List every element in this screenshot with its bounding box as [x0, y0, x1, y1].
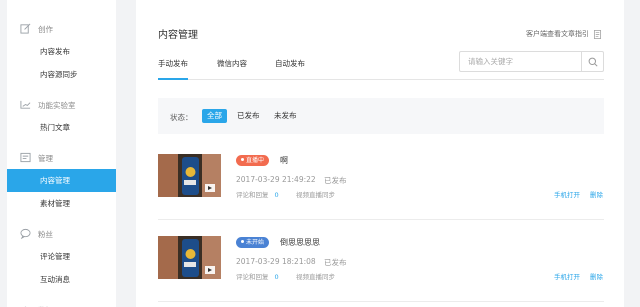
page-title: 内容管理: [158, 30, 198, 41]
upcoming-status-badge: 未开始: [236, 237, 270, 248]
nav-group-lab: 功能实验室: [7, 94, 116, 116]
sidebar-item-hot-articles[interactable]: 热门文章: [7, 116, 116, 139]
nav-group-manage: 管理: [7, 147, 116, 169]
row-divider: [158, 219, 604, 220]
search-icon: [588, 57, 598, 67]
tab-manual-publish[interactable]: 手动发布: [158, 58, 188, 80]
sidebar-item-publish[interactable]: 内容发布: [7, 40, 116, 63]
video-thumbnail-image: [158, 154, 221, 197]
tab-auto-publish[interactable]: 自动发布: [275, 58, 305, 80]
filter-label: 状态：: [170, 113, 193, 122]
sidebar-item-source-sync[interactable]: 内容源同步: [7, 63, 116, 86]
sidebar: 创作 内容发布 内容源同步 功能实验室 热门文章 管理 内容管理 素材管理 粉丝…: [7, 0, 116, 307]
nav-group-title: 粉丝: [38, 230, 53, 239]
video-thumbnail[interactable]: [158, 236, 221, 279]
open-on-phone-button[interactable]: 手机打开: [554, 189, 580, 199]
publish-time: 2017-03-29 18:21:08: [236, 257, 316, 266]
filter-option-all[interactable]: 全部: [202, 109, 227, 123]
content-title[interactable]: 倒思思思思: [280, 237, 320, 248]
nav-group-title: 功能实验室: [38, 101, 76, 110]
live-sync-label: 视频直播同步: [296, 191, 335, 199]
nav-group-fans: 粉丝: [7, 223, 116, 245]
video-thumbnail[interactable]: [158, 154, 221, 197]
edit-icon: [20, 23, 31, 34]
nav-group-title: 管理: [38, 154, 53, 163]
nav-group-create: 创作: [7, 18, 116, 40]
guide-link[interactable]: 客户端查看文章指引: [526, 29, 602, 39]
comments-link[interactable]: 评论和回复 0: [236, 189, 279, 199]
nav-group-data: 数据: [7, 299, 116, 307]
search-box: [459, 51, 604, 72]
sidebar-item-material-manage[interactable]: 素材管理: [7, 192, 116, 215]
delete-button[interactable]: 删除: [590, 271, 603, 281]
comments-link[interactable]: 评论和回复 0: [236, 271, 279, 281]
filter-option-published[interactable]: 已发布: [237, 109, 260, 123]
guide-label: 客户端查看文章指引: [526, 30, 589, 38]
content-row: 未开始 倒思思思思 2017-03-29 18:21:08 已发布 评论和回复 0…: [158, 236, 604, 298]
nav-group-title: 创作: [38, 25, 53, 34]
search-button[interactable]: [581, 52, 603, 71]
live-status-badge: 直播中: [236, 155, 270, 166]
sidebar-item-comment-manage[interactable]: 评论管理: [7, 245, 116, 268]
content-row: 直播中 啊 2017-03-29 21:49:22 已发布 评论和回复 0 视频直…: [158, 154, 604, 216]
manage-icon: [20, 152, 31, 163]
lab-icon: [20, 100, 31, 109]
chat-icon: [20, 228, 31, 239]
open-on-phone-button[interactable]: 手机打开: [554, 271, 580, 281]
sidebar-item-interaction[interactable]: 互动消息: [7, 268, 116, 291]
status-filter-bar: 状态： 全部 已发布 未发布: [158, 98, 604, 134]
search-input[interactable]: [460, 52, 581, 71]
publish-status: 已发布: [324, 258, 347, 267]
row-divider: [158, 301, 604, 302]
sidebar-item-content-manage[interactable]: 内容管理: [7, 169, 116, 192]
content-title[interactable]: 啊: [280, 155, 288, 166]
video-thumbnail-image: [158, 236, 221, 279]
delete-button[interactable]: 删除: [590, 189, 603, 199]
main-panel: 内容管理 客户端查看文章指引 手动发布 微信内容 自动发布 状态： 全部 已发布…: [136, 0, 624, 307]
document-icon: [593, 29, 602, 39]
publish-time: 2017-03-29 21:49:22: [236, 175, 316, 184]
tab-wechat-content[interactable]: 微信内容: [217, 58, 247, 80]
publish-status: 已发布: [324, 176, 347, 185]
filter-option-unpublished[interactable]: 未发布: [274, 109, 297, 123]
live-sync-label: 视频直播同步: [296, 273, 335, 281]
